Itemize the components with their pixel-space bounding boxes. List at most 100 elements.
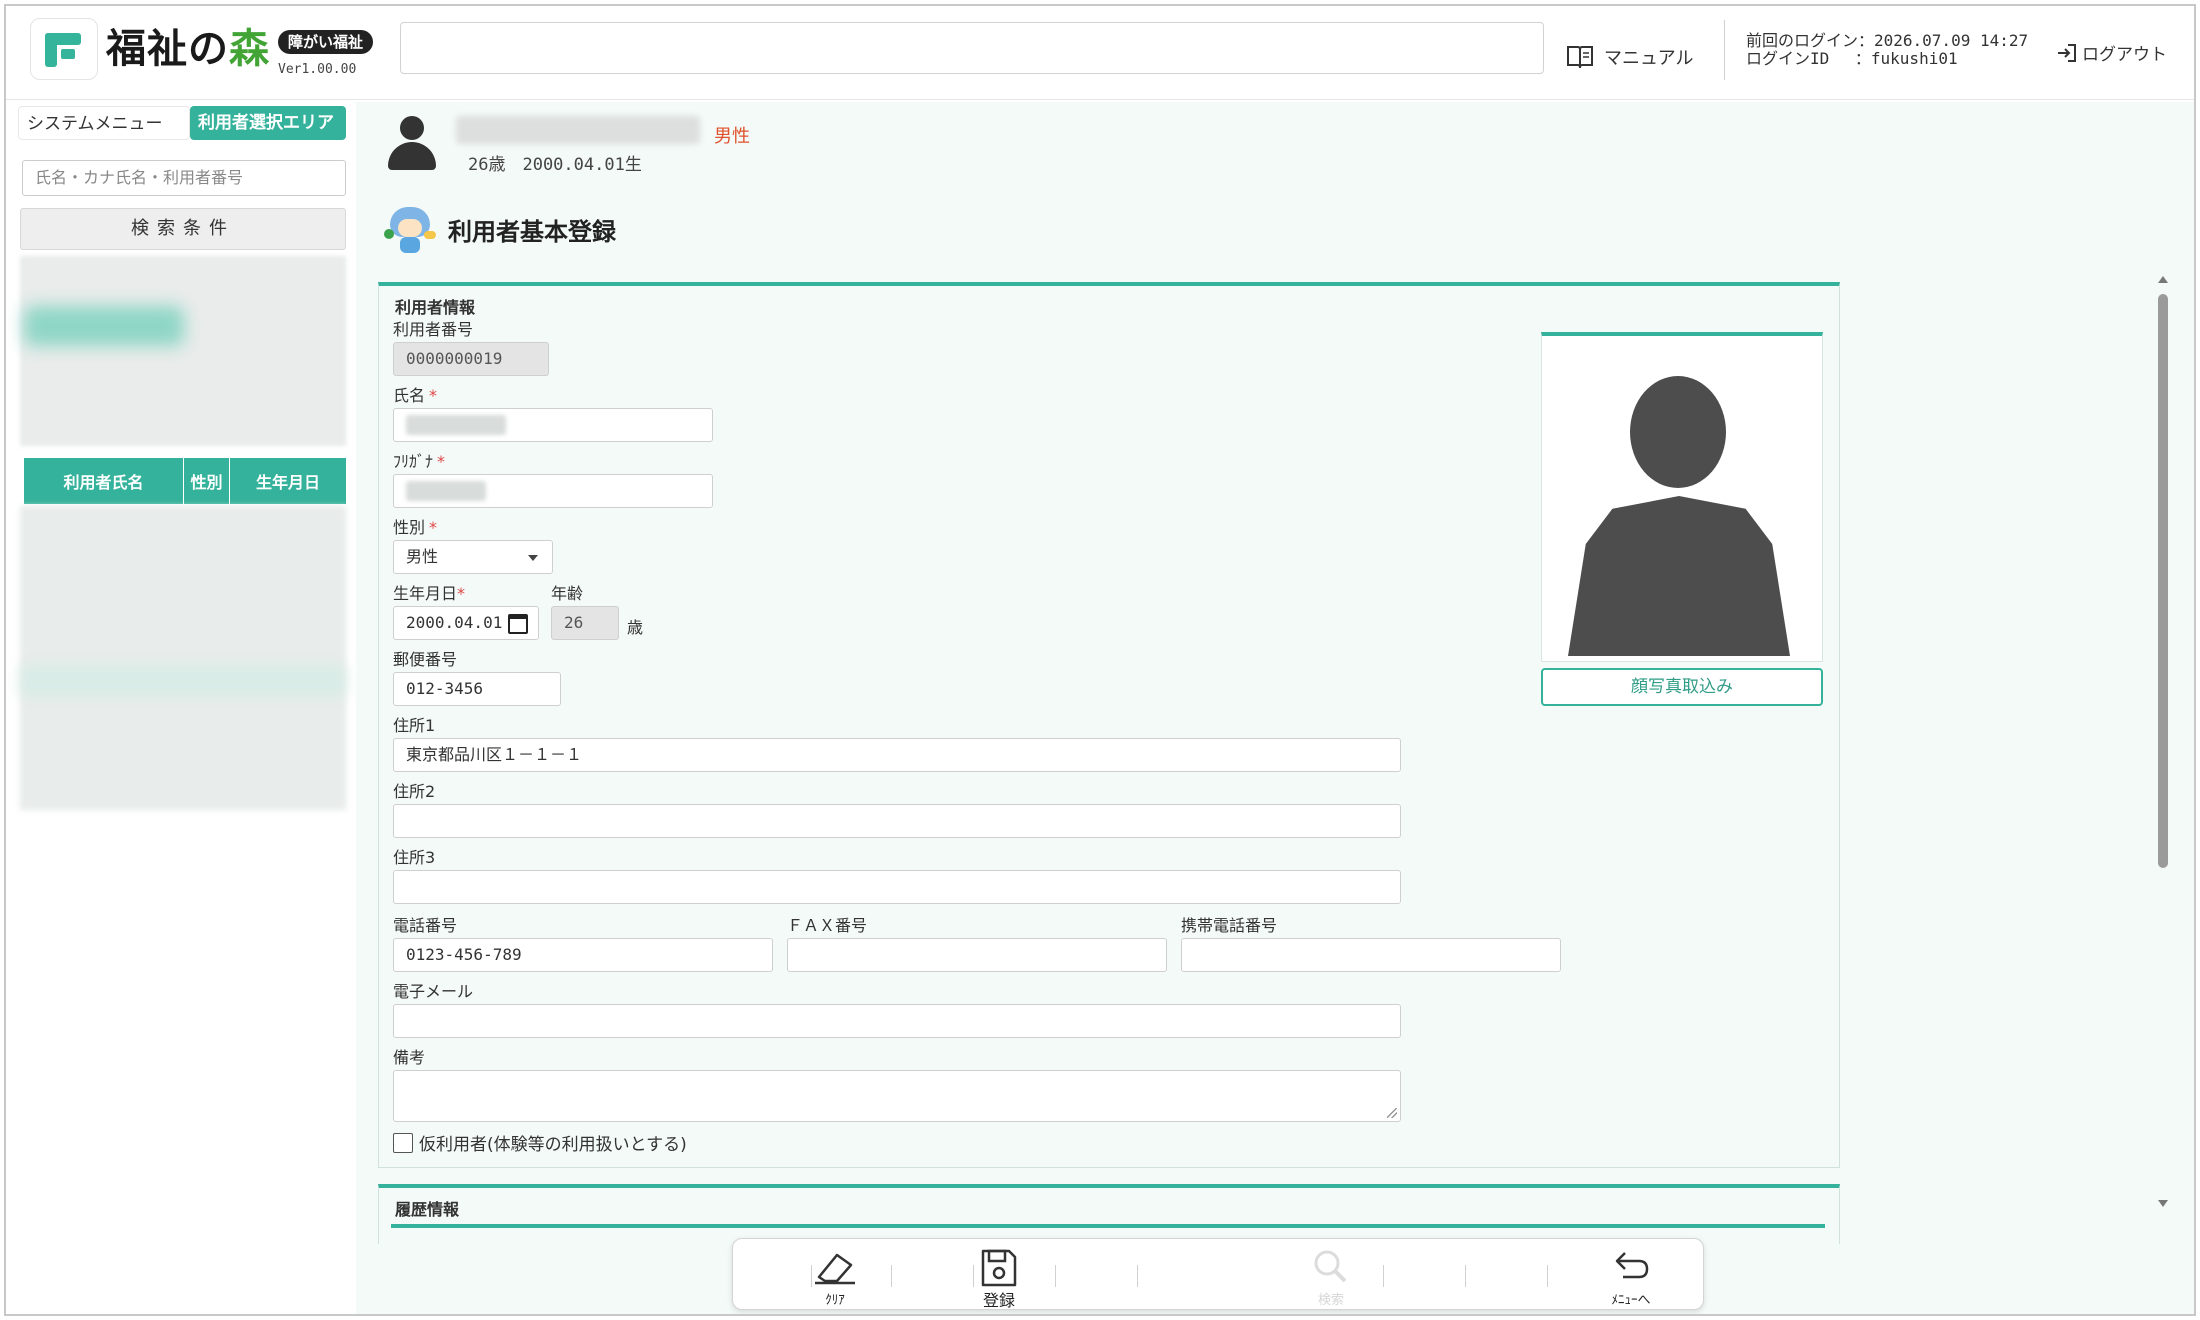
col-user-name[interactable]: 利用者氏名: [24, 458, 184, 504]
user-number-label: 利用者番号: [393, 320, 474, 339]
age-field: 26: [551, 606, 619, 640]
action-toolbar: ｸﾘｱ 登録 検索 ﾒﾆｭｰへ: [732, 1238, 1704, 1310]
header-message-field: [400, 22, 1544, 74]
kana-field[interactable]: [393, 474, 713, 508]
toolbar-divider: [1465, 1265, 1466, 1287]
resize-grip-icon[interactable]: [1387, 1108, 1397, 1118]
manual-label: マニュアル: [1604, 48, 1694, 69]
user-name-blurred: [456, 116, 700, 144]
notes-label: 備考: [393, 1048, 426, 1067]
notes-textarea[interactable]: [393, 1070, 1401, 1122]
manual-link[interactable]: マニュアル: [1566, 44, 1693, 70]
toolbar-divider: [1547, 1265, 1548, 1287]
scroll-thumb[interactable]: [2158, 294, 2168, 868]
avatar: [386, 116, 436, 172]
email-label: 電子メール: [393, 982, 474, 1001]
face-photo-panel: [1541, 332, 1823, 662]
search-button: 検索: [1291, 1245, 1371, 1308]
chevron-down-icon: [528, 555, 538, 561]
banner-age-birth: 26歳 2000.04.01生: [468, 155, 642, 175]
age-label: 年齢: [551, 584, 584, 603]
toolbar-divider: [811, 1265, 812, 1287]
temporary-user-option[interactable]: 仮利用者(体験等の利用扱いとする): [393, 1130, 687, 1155]
name-field[interactable]: [393, 408, 713, 442]
sidebar-search-input[interactable]: 氏名・カナ氏名・利用者番号: [22, 160, 346, 196]
register-label: 登録: [982, 1291, 1015, 1310]
login-id: ログインID ：fukushi01: [1746, 49, 1958, 68]
app-window: 福祉の森 障がい福祉 Ver1.00.00 マニュアル 前回のログイン：2026…: [4, 4, 2196, 1316]
col-gender[interactable]: 性別: [184, 458, 230, 504]
gender-select[interactable]: 男性: [393, 540, 553, 574]
search-icon: [1314, 1250, 1347, 1283]
age-unit: 歳: [627, 618, 644, 637]
mascot-icon: [380, 201, 438, 257]
clear-label: ｸﾘｱ: [825, 1293, 845, 1308]
mobile-field[interactable]: [1181, 938, 1561, 972]
search-label: 検索: [1317, 1293, 1344, 1308]
app-header: 福祉の森 障がい福祉 Ver1.00.00 マニュアル 前回のログイン：2026…: [6, 6, 2194, 100]
scroll-down-icon[interactable]: [2158, 1200, 2168, 1207]
address1-field[interactable]: 東京都品川区１－１－１: [393, 738, 1401, 772]
person-silhouette-icon: [1568, 376, 1790, 656]
version-label: Ver1.00.00: [278, 62, 357, 77]
toolbar-divider: [891, 1265, 892, 1287]
main-content: 男性 26歳 2000.04.01生 利用者基本登録 利用者情報 利用者番号 0…: [356, 102, 2194, 1314]
brand-title-accent: 森: [229, 26, 270, 72]
search-condition-button[interactable]: 検索条件: [20, 208, 346, 250]
tab-user-selection[interactable]: 利用者選択エリア: [190, 106, 346, 140]
main-scrollbar[interactable]: [2156, 276, 2170, 1214]
email-field[interactable]: [393, 1004, 1401, 1038]
last-login: 前回のログイン：2026.07.09 14:27: [1746, 31, 2029, 50]
address2-field[interactable]: [393, 804, 1401, 838]
calendar-icon[interactable]: [508, 614, 528, 634]
fax-label: ＦＡＸ番号: [787, 916, 868, 935]
scroll-up-icon[interactable]: [2158, 276, 2168, 283]
history-table-header: [391, 1224, 1825, 1228]
register-button[interactable]: 登録: [959, 1245, 1039, 1310]
phone-field[interactable]: 0123-456-789: [393, 938, 773, 972]
selected-user-banner: 男性 26歳 2000.04.01生: [356, 102, 2194, 194]
col-birthdate[interactable]: 生年月日: [230, 458, 346, 504]
temporary-user-label: 仮利用者(体験等の利用扱いとする): [419, 1135, 687, 1155]
name-label: 氏名 *: [393, 386, 438, 405]
user-info-card: 利用者情報 利用者番号 0000000019 氏名 * ﾌﾘｶﾞﾅ * 性別 * 男性…: [378, 282, 1840, 1168]
user-number-field: 0000000019: [393, 342, 549, 376]
app-logo-icon: [30, 18, 98, 80]
mobile-label: 携帯電話番号: [1181, 916, 1278, 935]
login-info: 前回のログイン：2026.07.09 14:27 ログインID ：fukushi…: [1746, 32, 2028, 68]
back-to-menu-button[interactable]: ﾒﾆｭｰへ: [1591, 1245, 1671, 1308]
postal-field[interactable]: 012-3456: [393, 672, 561, 706]
header-divider: [1724, 20, 1725, 80]
save-icon: [981, 1249, 1017, 1287]
birthdate-label: 生年月日*: [393, 584, 466, 603]
postal-label: 郵便番号: [393, 650, 458, 669]
page-title: 利用者基本登録: [448, 217, 616, 246]
gender-label: 性別 *: [393, 518, 438, 537]
address3-label: 住所3: [393, 848, 436, 867]
toolbar-divider: [973, 1265, 974, 1287]
search-condition-panel-blurred: [20, 256, 346, 446]
address1-label: 住所1: [393, 716, 436, 735]
page-header: 利用者基本登録: [380, 204, 616, 254]
user-list-blurred: [20, 506, 346, 810]
brand-title: 福祉の森: [106, 16, 270, 74]
brand-title-main: 福祉の: [106, 26, 229, 72]
fax-field[interactable]: [787, 938, 1167, 972]
toolbar-divider: [1137, 1265, 1138, 1287]
logout-label: ログアウト: [2082, 45, 2167, 65]
logout-button[interactable]: ログアウト: [2056, 40, 2167, 65]
toolbar-divider: [1055, 1265, 1056, 1287]
toolbar-divider: [1383, 1265, 1384, 1287]
tab-system-menu[interactable]: システムメニュー: [18, 106, 190, 140]
clear-button[interactable]: ｸﾘｱ: [795, 1245, 875, 1308]
eraser-icon: [815, 1253, 855, 1285]
sidebar: システムメニュー 利用者選択エリア 氏名・カナ氏名・利用者番号 検索条件 利用者…: [10, 102, 350, 1290]
banner-gender: 男性: [714, 126, 750, 147]
return-arrow-icon: [1615, 1252, 1649, 1279]
birthdate-field[interactable]: 2000.04.01: [393, 606, 539, 640]
address3-field[interactable]: [393, 870, 1401, 904]
section-title: 利用者情報: [395, 298, 476, 317]
temporary-user-checkbox[interactable]: [393, 1132, 413, 1153]
import-photo-button[interactable]: 顔写真取込み: [1541, 668, 1823, 706]
history-section: 履歴情報: [378, 1184, 1840, 1244]
